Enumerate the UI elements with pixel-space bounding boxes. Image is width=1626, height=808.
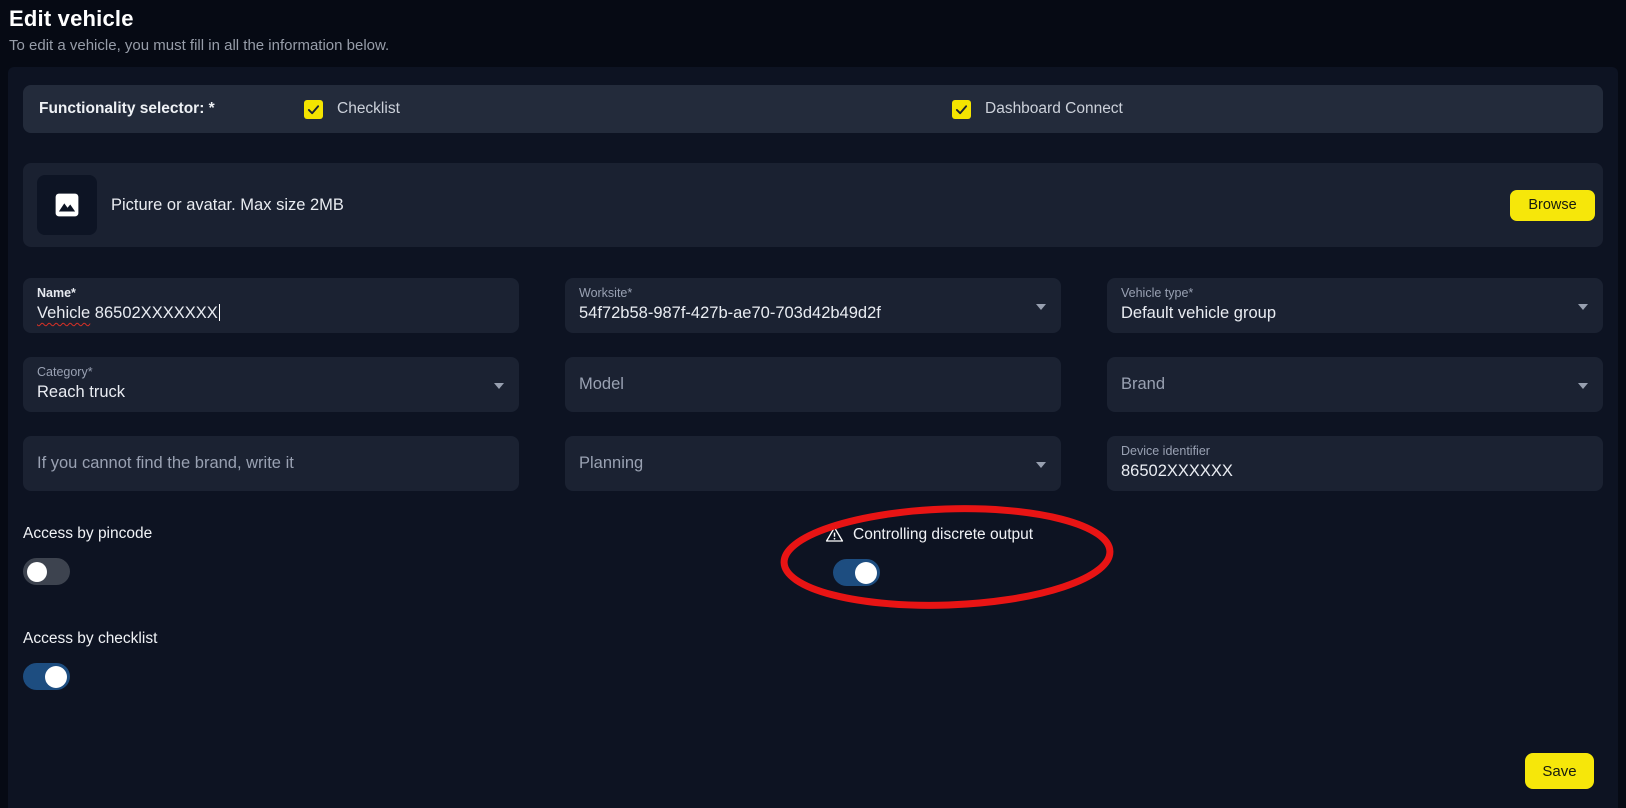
field-label: Worksite* <box>579 286 1027 301</box>
chevron-down-icon[interactable] <box>494 383 504 389</box>
field-value: Reach truck <box>37 381 485 403</box>
chevron-down-icon[interactable] <box>1578 304 1588 310</box>
edit-vehicle-form-panel: Functionality selector: * Checklist Dash… <box>8 67 1618 808</box>
chevron-down-icon[interactable] <box>1578 383 1588 389</box>
access-by-pincode-group: Access by pincode <box>23 525 152 585</box>
field-value: Default vehicle group <box>1121 302 1569 324</box>
field-device-identifier[interactable]: Device identifier86502XXXXXX <box>1107 436 1603 491</box>
field-name[interactable]: Name*Vehicle 86502XXXXXXX <box>23 278 519 333</box>
field-model[interactable]: Model <box>565 357 1061 412</box>
field-brand[interactable]: Brand <box>1107 357 1603 412</box>
field-placeholder: If you cannot find the brand, write it <box>37 454 294 473</box>
functionality-selector-label: Functionality selector: * <box>39 100 215 118</box>
toggle-knob <box>45 666 67 688</box>
access-by-checklist-label: Access by checklist <box>23 630 157 648</box>
field-placeholder: Planning <box>579 454 643 473</box>
field-placeholder: Brand <box>1121 375 1165 394</box>
checklist-label: Checklist <box>337 100 400 118</box>
access-by-checklist-toggle[interactable] <box>23 663 70 690</box>
field-label: Name* <box>37 286 485 301</box>
toggle-knob <box>855 562 877 584</box>
save-button[interactable]: Save <box>1525 753 1594 789</box>
controlling-discrete-output-toggle[interactable] <box>833 559 880 586</box>
access-by-pincode-label: Access by pincode <box>23 525 152 543</box>
text-cursor <box>219 304 221 321</box>
dashboard-connect-checkbox[interactable] <box>952 100 971 119</box>
browse-button[interactable]: Browse <box>1510 190 1595 221</box>
field-label: Vehicle type* <box>1121 286 1569 301</box>
field-worksite[interactable]: Worksite*54f72b58-987f-427b-ae70-703d42b… <box>565 278 1061 333</box>
picture-upload-row: Picture or avatar. Max size 2MB Browse <box>23 163 1603 247</box>
warning-icon <box>825 525 844 544</box>
field-category[interactable]: Category*Reach truck <box>23 357 519 412</box>
toggle-knob <box>27 562 47 582</box>
chevron-down-icon[interactable] <box>1036 304 1046 310</box>
image-icon <box>54 192 80 218</box>
field-label: Category* <box>37 365 485 380</box>
access-by-pincode-toggle[interactable] <box>23 558 70 585</box>
field-value: 54f72b58-987f-427b-ae70-703d42b49d2f <box>579 302 1027 324</box>
chevron-down-icon[interactable] <box>1036 462 1046 468</box>
field-value: Vehicle 86502XXXXXXX <box>37 302 485 324</box>
field-if-you-cannot-find-the-brand-write-it[interactable]: If you cannot find the brand, write it <box>23 436 519 491</box>
checkbox-group-dashboard-connect[interactable]: Dashboard Connect <box>952 85 1123 133</box>
dashboard-connect-label: Dashboard Connect <box>985 100 1123 118</box>
form-fields-grid: Name*Vehicle 86502XXXXXXX Worksite*54f72b… <box>23 278 1603 491</box>
checkmark-icon <box>307 103 320 116</box>
page-title: Edit vehicle <box>9 6 1626 32</box>
avatar-placeholder[interactable] <box>37 175 97 235</box>
field-planning[interactable]: Planning <box>565 436 1061 491</box>
page-header: Edit vehicle To edit a vehicle, you must… <box>0 0 1626 54</box>
controlling-discrete-output-group: Controlling discrete output <box>825 525 1033 586</box>
field-placeholder: Model <box>579 375 624 394</box>
functionality-selector-bar: Functionality selector: * Checklist Dash… <box>23 85 1603 133</box>
field-value: 86502XXXXXX <box>1121 460 1569 482</box>
picture-instruction: Picture or avatar. Max size 2MB <box>111 196 344 215</box>
field-label: Device identifier <box>1121 444 1569 459</box>
checklist-checkbox[interactable] <box>304 100 323 119</box>
field-vehicle-type[interactable]: Vehicle type*Default vehicle group <box>1107 278 1603 333</box>
page-subtitle: To edit a vehicle, you must fill in all … <box>9 37 1626 54</box>
controlling-discrete-output-label: Controlling discrete output <box>853 526 1033 544</box>
checkmark-icon <box>955 103 968 116</box>
checkbox-group-checklist[interactable]: Checklist <box>304 85 400 133</box>
access-by-checklist-group: Access by checklist <box>23 630 157 690</box>
